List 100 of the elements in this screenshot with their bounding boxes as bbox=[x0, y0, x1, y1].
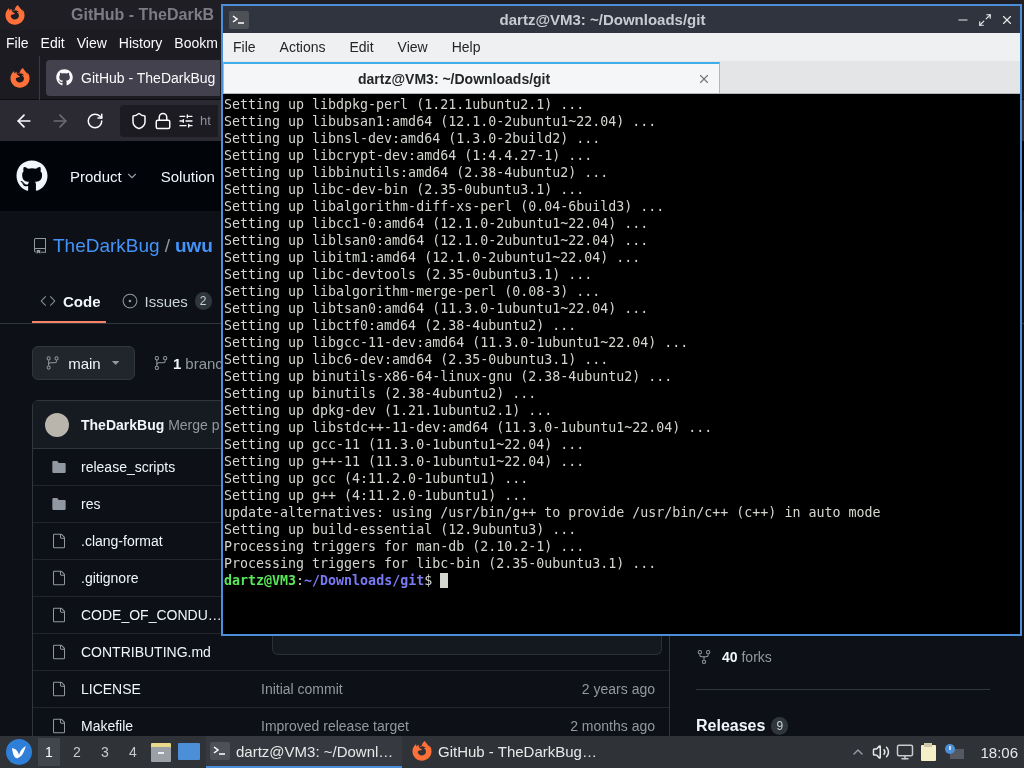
terminal-line: Processing triggers for libc-bin (2.35-0ubuntu3.1) ... bbox=[224, 555, 658, 572]
terminal-line: update-alternatives: using /usr/bin/g++ to provide /usr/bin/c++ (c++) in auto mode bbox=[224, 504, 882, 521]
file-name[interactable]: release_scripts bbox=[81, 459, 176, 475]
owner-link[interactable]: TheDarkBug bbox=[53, 235, 160, 257]
permissions-icon bbox=[178, 112, 194, 129]
branch-icon bbox=[153, 355, 169, 371]
file-icon bbox=[51, 718, 67, 734]
terminal-line: Setting up dpkg-dev (1.21.1ubuntu2.1) ... bbox=[224, 402, 554, 419]
volume-icon[interactable] bbox=[872, 743, 891, 761]
workspace-button[interactable]: 4 bbox=[122, 738, 144, 766]
file-icon bbox=[51, 607, 67, 623]
terminal-icon bbox=[210, 742, 230, 760]
terminal-line: Setting up libitm1:amd64 (12.1.0-2ubuntu1~22.04) ... bbox=[224, 249, 642, 266]
terminal-line: Setting up libalgorithm-merge-perl (0.08-3) ... bbox=[224, 283, 602, 300]
start-menu-icon[interactable] bbox=[6, 739, 32, 765]
commit-time: 2 years ago bbox=[581, 681, 655, 697]
file-icon bbox=[51, 644, 67, 660]
file-name[interactable]: LICENSE bbox=[81, 681, 141, 697]
terminal-tab[interactable]: dartz@VM3: ~/Downloads/git bbox=[223, 62, 720, 93]
prompt: dartz@VM3:~/Downloads/git$ bbox=[224, 573, 433, 588]
taskbar-task[interactable]: dartz@VM3: ~/Downl… bbox=[206, 736, 402, 768]
forks-count[interactable]: 40 forks bbox=[722, 649, 772, 665]
path-separator: / bbox=[164, 235, 170, 257]
terminal-line: Setting up liblsan0:amd64 (12.1.0-2ubuntu1~22.04) ... bbox=[224, 232, 650, 249]
notification-icon[interactable] bbox=[944, 743, 965, 761]
branches-link[interactable]: 1 branc bbox=[153, 354, 223, 372]
terminal-line: Setting up libcrypt-dev:amd64 (1:4.4.27-1) ... bbox=[224, 147, 594, 164]
workspace-button[interactable]: 2 bbox=[66, 738, 88, 766]
taskbar-task[interactable]: GitHub - TheDarkBug… bbox=[408, 736, 604, 768]
nav-menu-item[interactable]: Product bbox=[70, 167, 139, 185]
menu-item[interactable]: Edit bbox=[40, 35, 65, 51]
window-title: GitHub - TheDarkB bbox=[71, 6, 215, 24]
lock-icon bbox=[154, 111, 172, 130]
terminal-line: Setting up libc-devtools (2.35-0ubuntu3.1) ... bbox=[224, 266, 594, 283]
repo-icon bbox=[32, 238, 48, 254]
menu-item[interactable]: View bbox=[76, 35, 107, 51]
commit-message[interactable]: Improved release target bbox=[261, 718, 571, 734]
firefox-icon bbox=[9, 67, 30, 88]
terminal-line: Processing triggers for man-db (2.10.2-1) ... bbox=[224, 538, 586, 555]
menu-item[interactable]: File bbox=[233, 39, 280, 55]
terminal-line: Setting up libc-dev-bin (2.35-0ubuntu3.1) ... bbox=[224, 181, 586, 198]
address-bar[interactable]: ht bbox=[120, 104, 218, 137]
file-name[interactable]: .clang-format bbox=[81, 533, 163, 549]
count-badge: 9 bbox=[771, 717, 789, 735]
repo-link[interactable]: uwu bbox=[174, 235, 213, 257]
workspace-button[interactable]: 1 bbox=[38, 738, 60, 766]
notes-icon[interactable] bbox=[920, 742, 939, 762]
file-name[interactable]: CONTRIBUTING.md bbox=[81, 644, 211, 660]
desktop-icon[interactable] bbox=[178, 742, 200, 762]
url-text: ht bbox=[200, 113, 211, 128]
menu-item[interactable]: View bbox=[397, 39, 452, 55]
avatar bbox=[45, 412, 69, 437]
github-logo-icon[interactable] bbox=[16, 160, 48, 192]
folder-icon bbox=[51, 496, 67, 512]
repo-tab[interactable]: Issues 2 bbox=[113, 281, 217, 323]
shield-icon bbox=[130, 111, 148, 130]
clock: 18:06 bbox=[980, 743, 1018, 761]
repo-tab[interactable]: Code bbox=[32, 281, 106, 323]
network-icon[interactable] bbox=[896, 743, 915, 761]
file-name[interactable]: .gitignore bbox=[81, 570, 139, 586]
maximize-icon[interactable] bbox=[978, 12, 992, 27]
releases-heading[interactable]: Releases bbox=[696, 717, 766, 735]
reload-button[interactable] bbox=[86, 111, 104, 130]
text-cursor bbox=[440, 573, 449, 588]
terminal-line: Setting up libcc1-0:amd64 (12.1.0-2ubuntu1~22.04) ... bbox=[224, 215, 650, 232]
terminal-line: Setting up libubsan1:amd64 (12.1.0-2ubuntu1~22.04) ... bbox=[224, 113, 658, 130]
firefox-icon bbox=[412, 741, 432, 761]
file-name[interactable]: Makefile bbox=[81, 718, 134, 734]
terminal-line: Setting up libtsan0:amd64 (11.3.0-1ubuntu1~22.04) ... bbox=[224, 300, 650, 317]
fork-icon bbox=[696, 649, 712, 665]
issue-icon bbox=[121, 293, 138, 309]
firefox-icon bbox=[5, 5, 25, 25]
commit-message[interactable]: Initial commit bbox=[261, 681, 582, 697]
commit-time: 2 months ago bbox=[570, 718, 655, 734]
file-icon bbox=[51, 681, 67, 697]
terminal-line: Setting up gcc (4:11.2.0-1ubuntu1) ... bbox=[224, 470, 530, 487]
menu-item[interactable]: Edit bbox=[349, 39, 398, 55]
menu-item[interactable]: Help bbox=[451, 39, 505, 55]
terminal-line: Setting up libbinutils:amd64 (2.38-4ubuntu2) ... bbox=[224, 164, 610, 181]
menu-item[interactable]: Actions bbox=[279, 39, 350, 55]
file-cabinet-icon[interactable] bbox=[150, 741, 172, 763]
nav-menu-item[interactable]: Solution bbox=[160, 167, 215, 185]
terminal-line: Setting up gcc-11 (11.3.0-1ubuntu1~22.04) ... bbox=[224, 436, 586, 453]
branch-icon bbox=[45, 355, 61, 371]
browser-tab[interactable]: GitHub - TheDarkBug bbox=[46, 59, 220, 96]
terminal-line: Setting up binutils-x86-64-linux-gnu (2.38-4ubuntu2) ... bbox=[224, 368, 674, 385]
file-name[interactable]: res bbox=[81, 496, 101, 512]
commit-text: TheDarkBug Merge p bbox=[81, 416, 220, 433]
menu-item[interactable]: Bookm bbox=[174, 35, 218, 51]
terminal-line: Setting up libgcc-11-dev:amd64 (11.3.0-1ubuntu1~22.04) ... bbox=[224, 334, 690, 351]
menu-item[interactable]: History bbox=[118, 35, 163, 51]
file-name[interactable]: CODE_OF_CONDU… bbox=[81, 607, 222, 623]
workspace-button[interactable]: 3 bbox=[94, 738, 116, 766]
file-icon bbox=[51, 533, 67, 549]
branch-selector[interactable]: main bbox=[32, 346, 135, 380]
menu-item[interactable]: File bbox=[6, 35, 29, 51]
terminal-line: Setting up libctf0:amd64 (2.38-4ubuntu2) ... bbox=[224, 317, 578, 334]
folder-icon bbox=[51, 459, 67, 475]
terminal-line: Setting up libdpkg-perl (1.21.1ubuntu2.1) ... bbox=[224, 96, 586, 113]
terminal-line: Setting up libc6-dev:amd64 (2.35-0ubuntu3.1) ... bbox=[224, 351, 610, 368]
